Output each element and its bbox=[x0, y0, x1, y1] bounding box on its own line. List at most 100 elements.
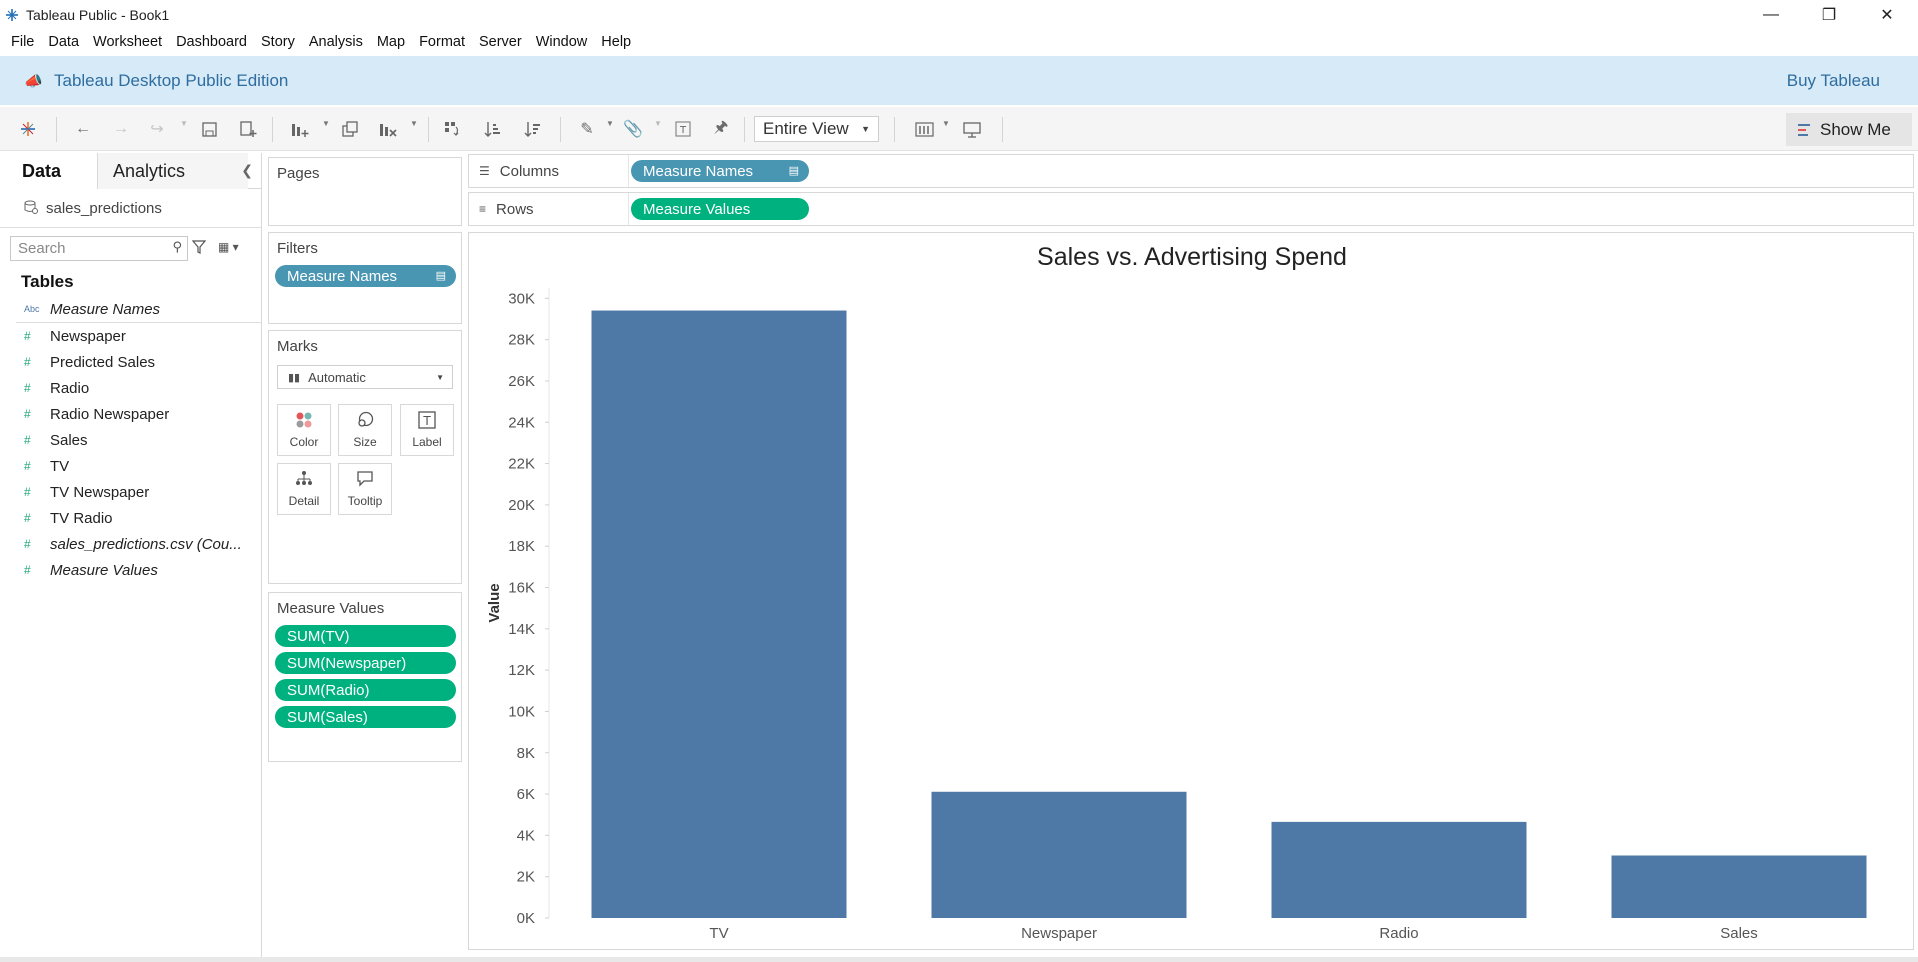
menu-window[interactable]: Window bbox=[529, 34, 595, 50]
columns-label-text: Columns bbox=[499, 162, 559, 180]
svg-text:T: T bbox=[679, 125, 687, 136]
new-worksheet-button[interactable] bbox=[288, 117, 312, 141]
edition-banner: 📣 Tableau Desktop Public Edition Buy Tab… bbox=[0, 56, 1918, 105]
bar-chart-icon: ▮▮ bbox=[288, 371, 301, 384]
tableau-home-button[interactable] bbox=[18, 117, 38, 141]
swap-rows-columns-button[interactable] bbox=[440, 117, 464, 141]
field-item[interactable]: # TV Radio bbox=[0, 505, 261, 531]
sort-descending-button[interactable] bbox=[520, 117, 544, 141]
replay-dropdown-icon[interactable]: ▼ bbox=[180, 119, 188, 128]
measure-pill-sum-radio[interactable]: SUM(Radio) bbox=[275, 679, 456, 701]
bar-sales[interactable] bbox=[1611, 855, 1867, 918]
measure-pill-sum-newspaper[interactable]: SUM(Newspaper) bbox=[275, 652, 456, 674]
field-item[interactable]: Abc Measure Names bbox=[0, 296, 261, 322]
tab-analytics[interactable]: Analytics bbox=[98, 153, 248, 189]
measure-pill-sum-tv[interactable]: SUM(TV) bbox=[275, 625, 456, 647]
menu-data[interactable]: Data bbox=[41, 34, 86, 50]
menu-help[interactable]: Help bbox=[594, 34, 638, 50]
group-members-button[interactable]: 📎 bbox=[622, 117, 644, 141]
field-item[interactable]: # Sales bbox=[0, 427, 261, 453]
field-item[interactable]: # Newspaper bbox=[0, 323, 261, 349]
marks-color-button[interactable]: Color bbox=[277, 404, 331, 456]
save-button[interactable] bbox=[198, 117, 220, 141]
fix-axes-button[interactable]: 🖈 bbox=[710, 117, 732, 141]
show-mark-labels-button[interactable]: T bbox=[672, 117, 694, 141]
show-cards-button[interactable] bbox=[912, 117, 936, 141]
clear-sheet-dropdown-icon[interactable]: ▼ bbox=[410, 119, 418, 128]
rows-shelf[interactable]: ≡ Rows Measure Values bbox=[468, 192, 1914, 226]
tableau-logo-icon bbox=[4, 7, 20, 23]
number-field-icon: # bbox=[24, 433, 31, 447]
group-dropdown-icon[interactable]: ▼ bbox=[654, 119, 662, 128]
filters-shelf[interactable]: Filters Measure Names ▤ bbox=[268, 232, 462, 324]
minimize-button[interactable]: — bbox=[1742, 0, 1800, 29]
bar-tv[interactable] bbox=[591, 310, 847, 918]
marks-size-button[interactable]: Size bbox=[338, 404, 392, 456]
duplicate-sheet-icon bbox=[341, 120, 358, 137]
bar-newspaper[interactable] bbox=[931, 791, 1187, 918]
mark-type-select[interactable]: ▮▮ Automatic ▼ bbox=[277, 365, 453, 389]
datasource-item[interactable]: sales_predictions bbox=[0, 189, 261, 227]
menu-map[interactable]: Map bbox=[370, 34, 412, 50]
buy-tableau-link[interactable]: Buy Tableau bbox=[1787, 71, 1880, 91]
fit-view-select[interactable]: Entire View ▼ bbox=[754, 116, 879, 142]
marks-tooltip-button[interactable]: Tooltip bbox=[338, 463, 392, 515]
search-input[interactable]: Search ⚲ bbox=[10, 236, 188, 261]
marks-detail-button[interactable]: Detail bbox=[277, 463, 331, 515]
datasource-icon bbox=[24, 200, 38, 217]
menu-server[interactable]: Server bbox=[472, 34, 529, 50]
menu-dashboard[interactable]: Dashboard bbox=[169, 34, 254, 50]
new-data-source-button[interactable] bbox=[236, 117, 260, 141]
view-options-icon[interactable]: ▦ ▾ bbox=[218, 240, 239, 254]
menu-story[interactable]: Story bbox=[254, 34, 302, 50]
field-item[interactable]: # Radio bbox=[0, 375, 261, 401]
tab-data[interactable]: Data bbox=[0, 153, 98, 189]
sort-ascending-button[interactable] bbox=[480, 117, 504, 141]
bar-radio[interactable] bbox=[1271, 821, 1527, 918]
tables-heading: Tables bbox=[21, 272, 74, 291]
field-item[interactable]: # Measure Values bbox=[0, 557, 261, 583]
filter-funnel-icon[interactable] bbox=[191, 240, 207, 257]
highlight-button[interactable]: ✎ bbox=[576, 117, 598, 141]
field-item[interactable]: # TV bbox=[0, 453, 261, 479]
sheet-tabs-strip bbox=[0, 957, 1918, 962]
marks-label-button[interactable]: T Label bbox=[400, 404, 454, 456]
show-cards-dropdown-icon[interactable]: ▼ bbox=[942, 119, 950, 128]
measure-values-shelf[interactable]: Measure Values SUM(TV) SUM(Newspaper) SU… bbox=[268, 592, 462, 762]
field-item[interactable]: # Radio Newspaper bbox=[0, 401, 261, 427]
presentation-mode-button[interactable] bbox=[960, 117, 984, 141]
undo-button[interactable]: ← bbox=[72, 117, 94, 141]
data-pane: Data Analytics ❮ sales_predictions Searc… bbox=[0, 153, 262, 957]
show-me-button[interactable]: Show Me bbox=[1786, 113, 1912, 146]
bar-chart[interactable]: 0K 2K 4K 6K 8K 10K 12K 14K 16K 18K 20K 22K 24K 26K 28K… bbox=[469, 233, 1915, 951]
replay-button[interactable]: ↪ bbox=[146, 117, 168, 141]
field-name: sales_predictions.csv (Cou... bbox=[50, 535, 242, 553]
clear-sheet-button[interactable] bbox=[376, 117, 400, 141]
field-list: Abc Measure Names # Newspaper # Predicted Sal… bbox=[0, 296, 261, 583]
columns-pill-measure-names[interactable]: Measure Names ▤ bbox=[631, 160, 809, 182]
columns-shelf[interactable]: ☰ Columns Measure Names ▤ bbox=[468, 154, 1914, 188]
close-button[interactable]: ✕ bbox=[1858, 0, 1916, 29]
measure-pill-sum-sales[interactable]: SUM(Sales) bbox=[275, 706, 456, 728]
menu-format[interactable]: Format bbox=[412, 34, 472, 50]
menu-file[interactable]: File bbox=[4, 34, 41, 50]
field-name: Radio Newspaper bbox=[50, 405, 170, 423]
menu-worksheet[interactable]: Worksheet bbox=[86, 34, 169, 50]
duplicate-sheet-button[interactable] bbox=[338, 117, 362, 141]
filter-pill-measure-names[interactable]: Measure Names ▤ bbox=[275, 265, 456, 287]
pages-shelf[interactable]: Pages bbox=[268, 157, 462, 226]
new-worksheet-dropdown-icon[interactable]: ▼ bbox=[322, 119, 330, 128]
menu-analysis[interactable]: Analysis bbox=[302, 34, 370, 50]
redo-button[interactable]: → bbox=[110, 117, 132, 141]
field-item[interactable]: # TV Newspaper bbox=[0, 479, 261, 505]
presentation-icon bbox=[963, 121, 981, 138]
field-item[interactable]: # Predicted Sales bbox=[0, 349, 261, 375]
restore-button[interactable]: ❐ bbox=[1800, 0, 1858, 29]
highlight-dropdown-icon[interactable]: ▼ bbox=[606, 119, 614, 128]
field-item[interactable]: # sales_predictions.csv (Cou... bbox=[0, 531, 261, 557]
y-axis-title: Value bbox=[486, 583, 503, 622]
rows-pill-measure-values[interactable]: Measure Values bbox=[631, 198, 809, 220]
collapse-pane-icon[interactable]: ❮ bbox=[241, 162, 253, 179]
toolbar: ← → ↪ ▼ ▼ ▼ ✎ ▼ 📎 ▼ T 🖈 Entire View ▼ ▼ … bbox=[0, 107, 1918, 151]
worksheet-view[interactable]: 0K 2K 4K 6K 8K 10K 12K 14K 16K 18K 20K 22K 24K 26K 28K… bbox=[468, 232, 1914, 950]
